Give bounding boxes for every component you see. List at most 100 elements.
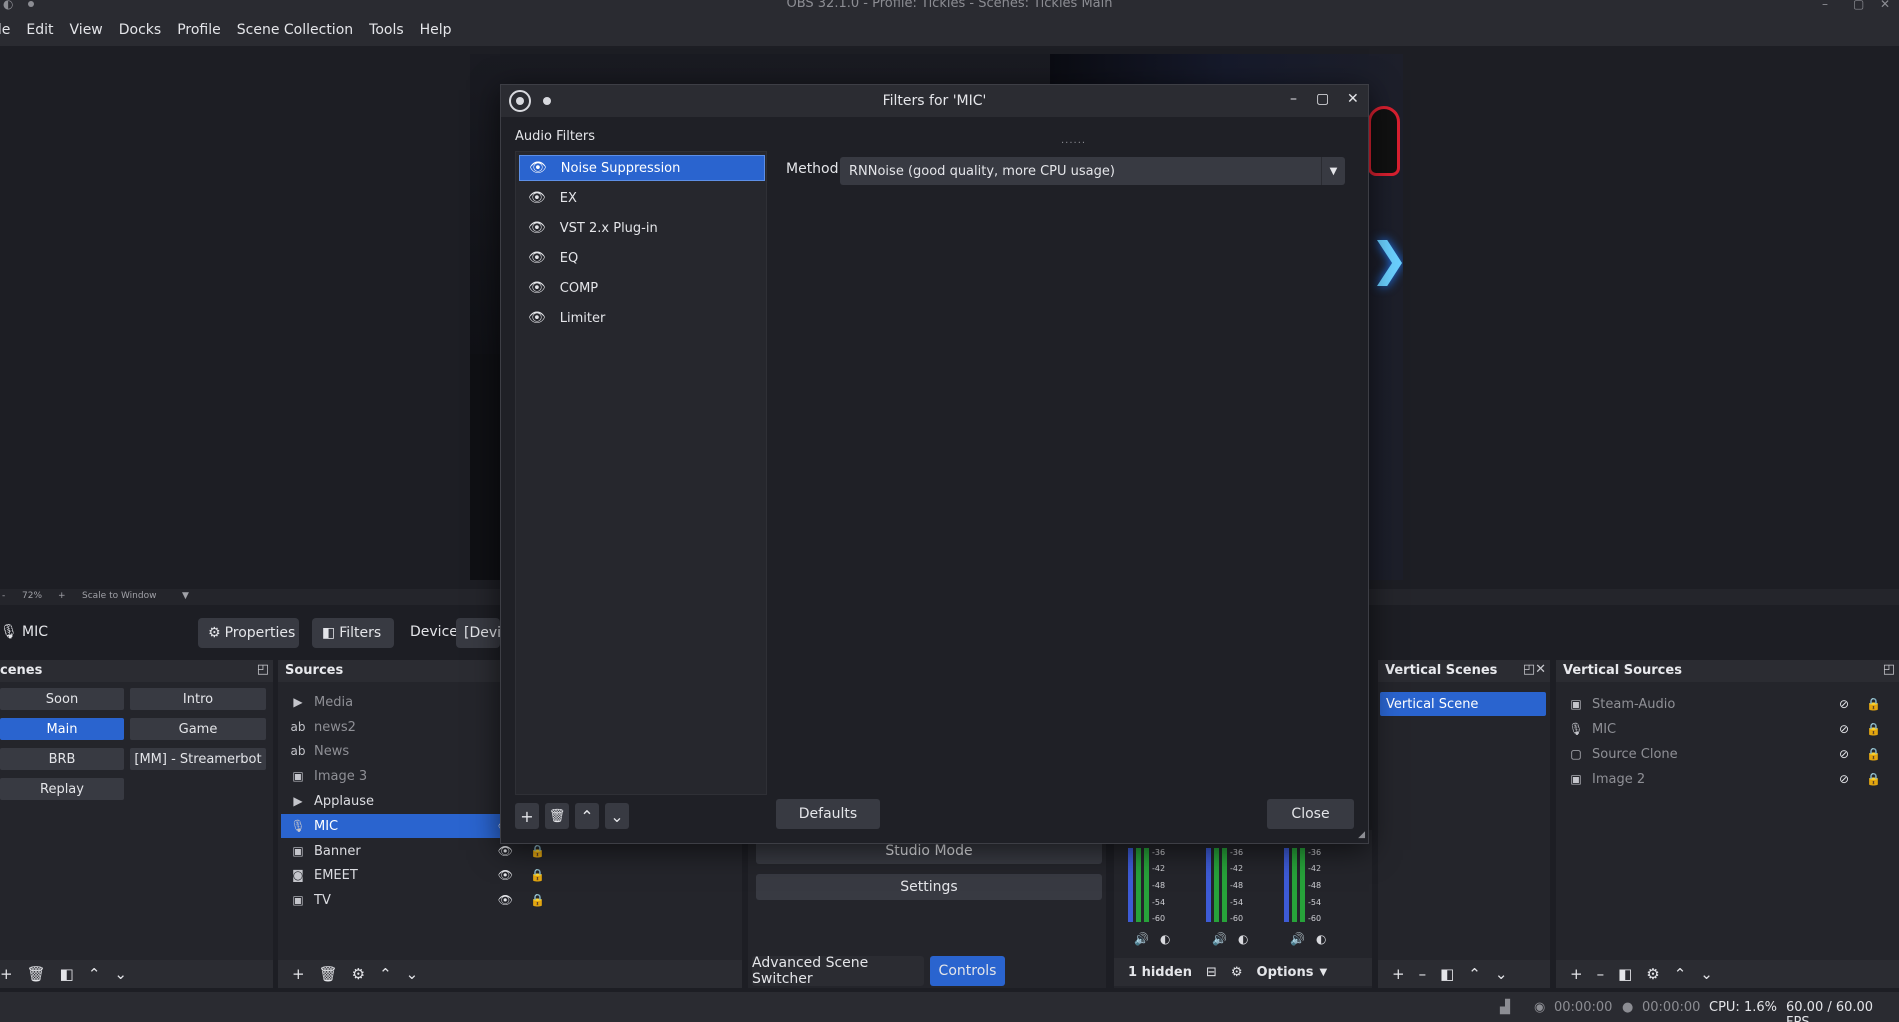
filter-item-noise-suppression[interactable]: 👁 Noise Suppression bbox=[519, 155, 765, 181]
chevron-down-icon[interactable]: ▼ bbox=[1319, 967, 1327, 978]
lock-icon[interactable]: 🔒 bbox=[1866, 772, 1881, 786]
hidden-count[interactable]: 1 hidden bbox=[1128, 965, 1192, 980]
vertical-scene-item[interactable]: Vertical Scene bbox=[1380, 692, 1546, 716]
menu-docks[interactable]: Docks bbox=[119, 22, 161, 38]
move-up-icon[interactable]: ⌃ bbox=[1674, 965, 1687, 983]
move-down-icon[interactable]: ⌄ bbox=[1495, 965, 1508, 983]
move-up-icon[interactable]: ⌃ bbox=[88, 965, 101, 983]
remove-icon[interactable]: – bbox=[1419, 965, 1427, 983]
lock-icon[interactable]: 🔒 bbox=[530, 868, 545, 882]
source-row[interactable]: ▣ TV 👁 🔒 bbox=[281, 888, 549, 912]
eye-hidden-icon[interactable]: ⊘ bbox=[1839, 772, 1849, 786]
properties-button[interactable]: ⚙ Properties bbox=[198, 618, 299, 648]
add-filter-button[interactable]: + bbox=[515, 803, 539, 829]
eye-icon[interactable]: 👁 bbox=[528, 280, 546, 296]
move-filter-up-button[interactable]: ⌃ bbox=[575, 803, 599, 829]
scale-mode-select[interactable]: Scale to Window bbox=[82, 591, 156, 601]
menu-edit[interactable]: Edit bbox=[26, 22, 53, 38]
remove-scene-icon[interactable]: 🗑 bbox=[27, 965, 46, 983]
zoom-in-icon[interactable]: + bbox=[58, 591, 66, 601]
undock-icon[interactable]: ◰ bbox=[257, 662, 269, 677]
mute-icon[interactable]: 🔊 bbox=[1212, 932, 1227, 946]
undock-icon[interactable]: ◰ bbox=[1883, 662, 1895, 677]
lock-icon[interactable]: 🔒 bbox=[1866, 722, 1881, 736]
scene-game[interactable]: Game bbox=[130, 718, 266, 740]
gear-icon[interactable]: ⚙ bbox=[1646, 965, 1659, 983]
filter-item-comp[interactable]: 👁 COMP bbox=[519, 275, 765, 301]
tab-advanced-scene-switcher[interactable]: Advanced Scene Switcher bbox=[752, 955, 924, 987]
add-source-icon[interactable]: + bbox=[292, 965, 305, 983]
remove-source-icon[interactable]: 🗑 bbox=[319, 965, 338, 983]
menu-view[interactable]: View bbox=[70, 22, 103, 38]
menu-scene-collection[interactable]: Scene Collection bbox=[237, 22, 353, 38]
filter-item-vst[interactable]: 👁 VST 2.x Plug-in bbox=[519, 215, 765, 241]
filters-icon[interactable]: ◧ bbox=[1618, 965, 1632, 983]
eye-hidden-icon[interactable]: ⊘ bbox=[1839, 722, 1849, 736]
lock-icon[interactable]: 🔒 bbox=[530, 844, 545, 858]
vertical-source-row[interactable]: ▣ Image 2 ⊘ 🔒 bbox=[1559, 767, 1895, 791]
filter-item-limiter[interactable]: 👁 Limiter bbox=[519, 305, 765, 331]
eye-icon[interactable]: 👁 bbox=[528, 190, 546, 206]
add-icon[interactable]: + bbox=[1570, 965, 1583, 983]
scene-replay[interactable]: Replay bbox=[0, 778, 124, 800]
move-up-icon[interactable]: ⌃ bbox=[1468, 965, 1481, 983]
eye-icon[interactable]: 👁 bbox=[528, 250, 546, 266]
add-scene-icon[interactable]: + bbox=[0, 965, 13, 983]
method-select[interactable]: RNNoise (good quality, more CPU usage) ▼ bbox=[840, 157, 1345, 185]
maximize-icon[interactable]: ▢ bbox=[1316, 91, 1329, 107]
advanced-audio-icon[interactable]: ⚙ bbox=[1231, 965, 1243, 980]
eye-hidden-icon[interactable]: ⊘ bbox=[1839, 697, 1849, 711]
tab-controls[interactable]: Controls bbox=[930, 956, 1005, 986]
chevron-down-icon[interactable]: ▼ bbox=[1321, 157, 1345, 185]
close-icon[interactable]: ✕ bbox=[1880, 0, 1890, 11]
add-icon[interactable]: + bbox=[1392, 965, 1405, 983]
eye-icon[interactable]: 👁 bbox=[529, 160, 547, 176]
eye-icon[interactable]: 👁 bbox=[528, 220, 546, 236]
maximize-icon[interactable]: ▢ bbox=[1853, 0, 1864, 11]
defaults-button[interactable]: Defaults bbox=[776, 799, 880, 829]
move-down-icon[interactable]: ⌄ bbox=[114, 965, 127, 983]
close-icon[interactable]: ✕ bbox=[1347, 91, 1359, 107]
scene-brb[interactable]: BRB bbox=[0, 748, 124, 770]
monitor-icon[interactable]: ◐ bbox=[1238, 932, 1248, 946]
mute-icon[interactable]: 🔊 bbox=[1290, 932, 1305, 946]
monitor-icon[interactable]: ◐ bbox=[1160, 932, 1170, 946]
eye-icon[interactable]: 👁 bbox=[498, 868, 513, 882]
scene-streamerbot[interactable]: [MM] - Streamerbot bbox=[130, 748, 266, 770]
filters-button[interactable]: ◧ Filters bbox=[312, 618, 394, 648]
minimize-icon[interactable]: – bbox=[1290, 91, 1297, 107]
resize-grip-icon[interactable]: ◢ bbox=[1358, 830, 1365, 840]
filter-item-eq[interactable]: 👁 EQ bbox=[519, 245, 765, 271]
scene-main[interactable]: Main bbox=[0, 718, 124, 740]
scene-soon[interactable]: Soon bbox=[0, 688, 124, 710]
menu-file[interactable]: ile bbox=[0, 22, 10, 38]
scene-intro[interactable]: Intro bbox=[130, 688, 266, 710]
eye-icon[interactable]: 👁 bbox=[498, 893, 513, 907]
close-button[interactable]: Close bbox=[1267, 799, 1354, 829]
menu-tools[interactable]: Tools bbox=[369, 22, 404, 38]
source-row[interactable]: ◙ EMEET 👁 🔒 bbox=[281, 863, 549, 887]
scale-mode-caret-icon[interactable]: ▼ bbox=[182, 591, 189, 601]
undock-icon[interactable]: ◰✕ bbox=[1523, 662, 1546, 677]
eye-hidden-icon[interactable]: ⊘ bbox=[1839, 747, 1849, 761]
splitter-handle[interactable]: ...... bbox=[1061, 135, 1086, 146]
mute-icon[interactable]: 🔊 bbox=[1134, 932, 1149, 946]
filter-item-ex[interactable]: 👁 EX bbox=[519, 185, 765, 211]
scene-filters-icon[interactable]: ◧ bbox=[60, 965, 74, 983]
monitor-icon[interactable]: ◐ bbox=[1316, 932, 1326, 946]
lock-icon[interactable]: 🔒 bbox=[530, 893, 545, 907]
move-down-icon[interactable]: ⌄ bbox=[406, 965, 419, 983]
filters-icon[interactable]: ◧ bbox=[1440, 965, 1454, 983]
move-filter-down-button[interactable]: ⌄ bbox=[605, 803, 629, 829]
eye-icon[interactable]: 👁 bbox=[528, 310, 546, 326]
vertical-source-row[interactable]: 🎙 MIC ⊘ 🔒 bbox=[1559, 717, 1895, 741]
device-select[interactable]: [Devic bbox=[456, 618, 509, 648]
eye-icon[interactable]: 👁 bbox=[498, 844, 513, 858]
options-button[interactable]: Options bbox=[1257, 965, 1314, 980]
settings-button[interactable]: Settings bbox=[756, 874, 1102, 900]
remove-filter-button[interactable]: 🗑 bbox=[545, 803, 569, 829]
lock-icon[interactable]: 🔒 bbox=[1866, 697, 1881, 711]
move-up-icon[interactable]: ⌃ bbox=[379, 965, 392, 983]
source-settings-icon[interactable]: ⚙ bbox=[352, 965, 365, 983]
layout-icon[interactable]: ⊟ bbox=[1206, 965, 1217, 980]
